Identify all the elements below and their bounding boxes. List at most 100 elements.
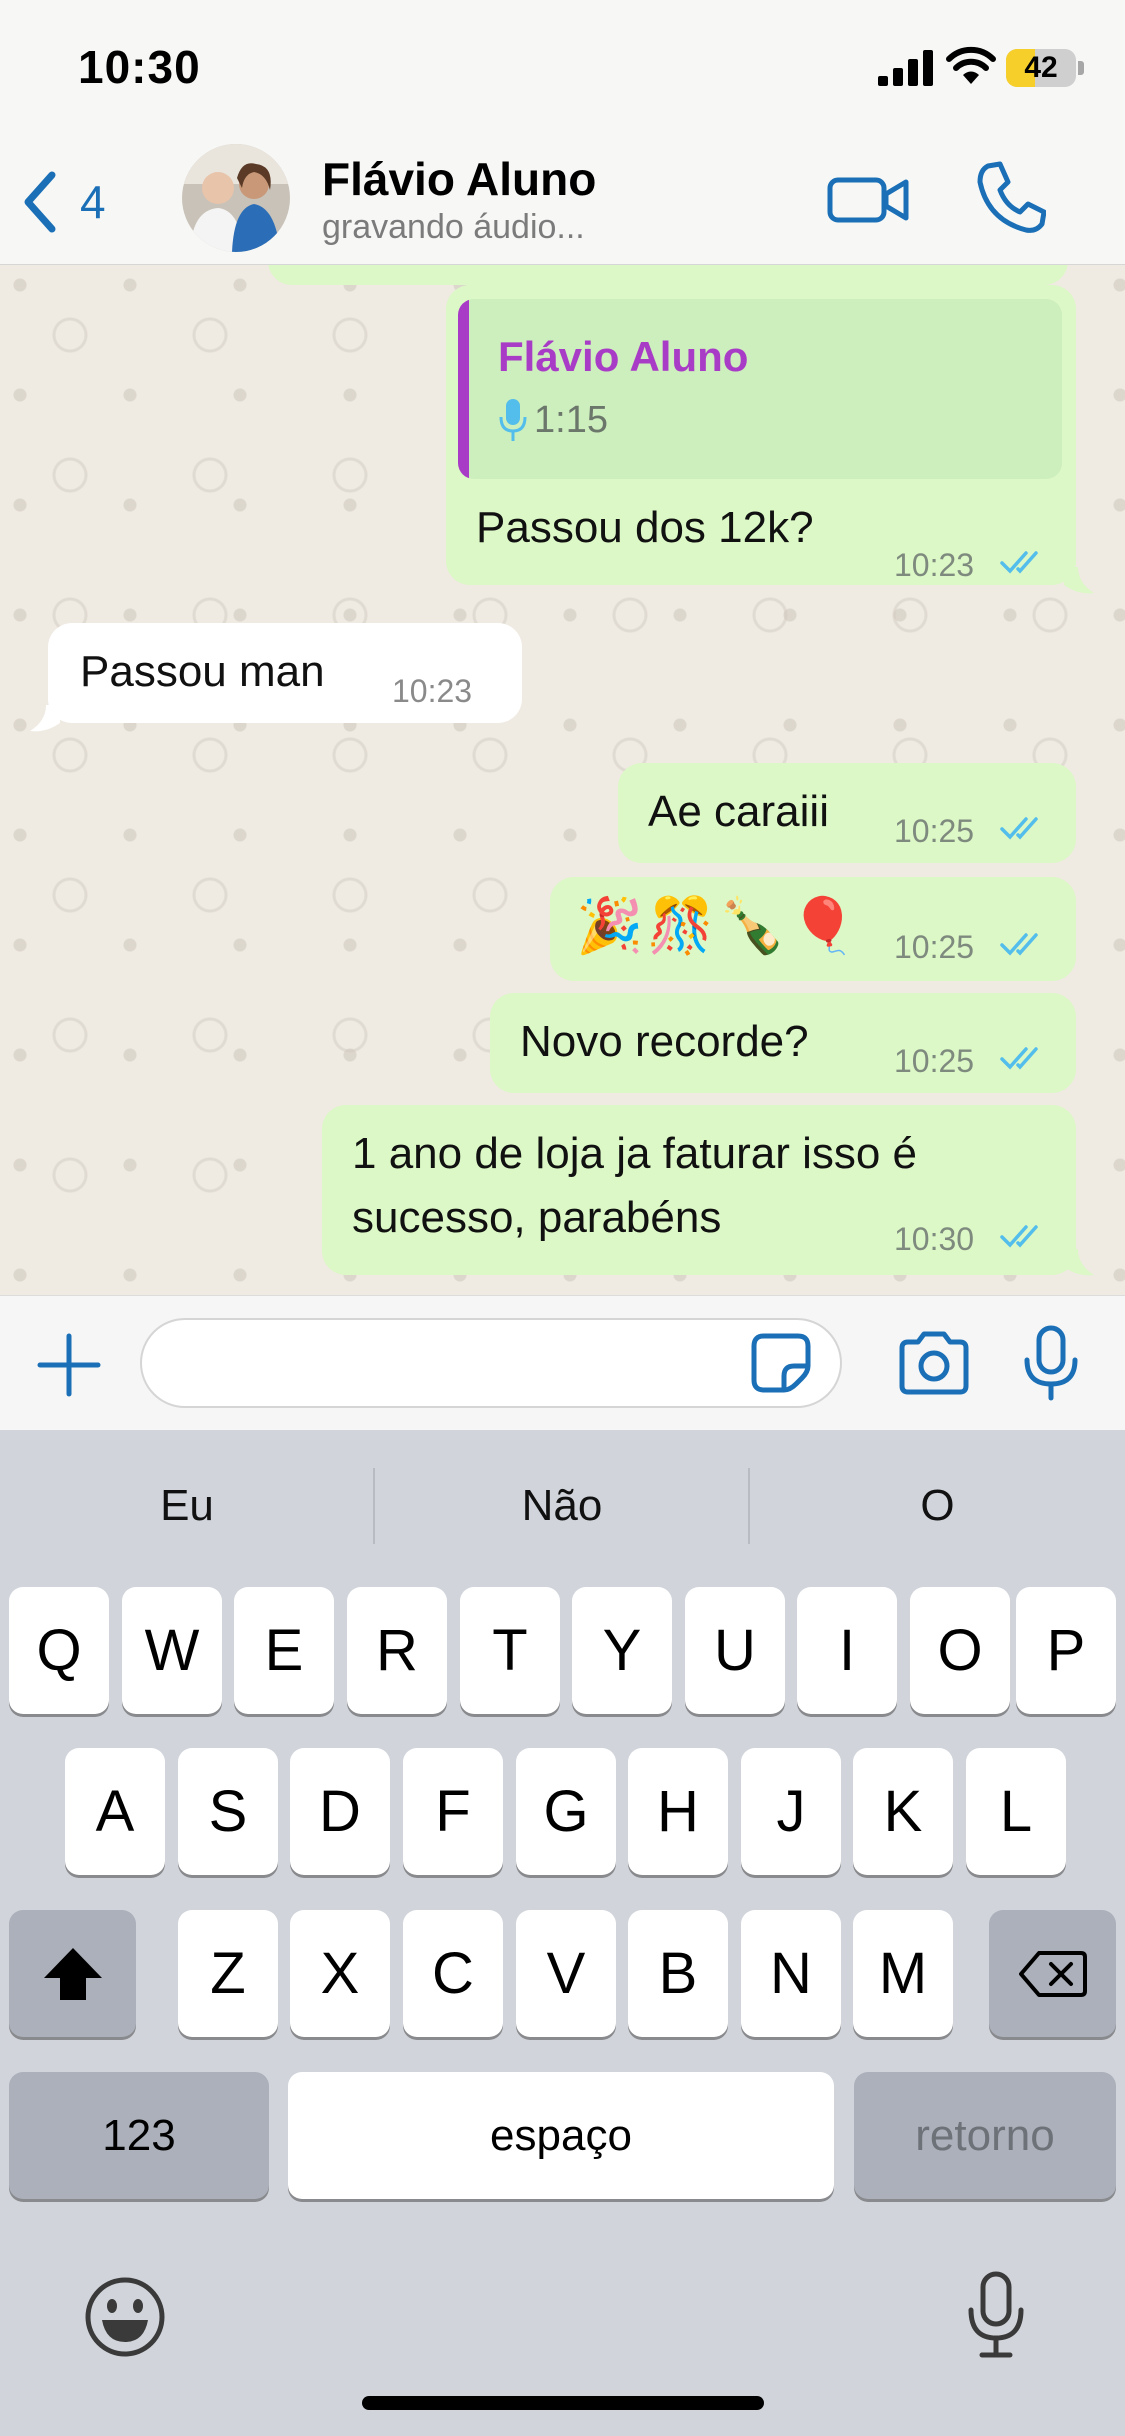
status-time: 10:30 [78, 41, 201, 93]
quoted-sender: Flávio Aluno [498, 333, 749, 380]
backspace-icon [1018, 1950, 1087, 1997]
dictation-button[interactable] [966, 2270, 1026, 2360]
shift-arrow-icon [43, 1947, 102, 2000]
quoted-audio-duration: 1:15 [534, 399, 608, 441]
camera-icon [899, 1331, 969, 1395]
message-text-line-2: sucesso, parabéns [352, 1193, 722, 1242]
key-t[interactable]: T [460, 1587, 560, 1714]
message-bubble-outgoing[interactable]: 🎉🎊🍾🎈 10:25 [550, 877, 1076, 981]
message-text: Passou dos 12k? [476, 503, 814, 552]
key-r[interactable]: R [347, 1587, 447, 1714]
message-emoji: 🎉🎊🍾🎈 [576, 896, 861, 956]
key-f[interactable]: F [403, 1748, 503, 1875]
key-e[interactable]: E [234, 1587, 334, 1714]
message-text-line-1: 1 ano de loja ja faturar isso é [352, 1129, 918, 1178]
attach-button[interactable] [36, 1332, 102, 1398]
emoji-button[interactable] [84, 2276, 166, 2358]
status-bar: 10:30 42 [0, 0, 1125, 140]
cellular-signal-icon [878, 50, 933, 86]
avatar-photo-icon [182, 144, 290, 252]
suggestion-2[interactable]: Não [375, 1466, 749, 1546]
message-time: 10:25 [894, 813, 975, 849]
key-v[interactable]: V [516, 1910, 616, 2037]
quote-bar [458, 299, 469, 479]
message-time: 10:25 [894, 1043, 975, 1079]
key-g[interactable]: G [516, 1748, 616, 1875]
plus-icon [37, 1333, 101, 1397]
return-key[interactable]: retorno [854, 2072, 1116, 2199]
microphone-icon [968, 2271, 1024, 2358]
key-c[interactable]: C [403, 1910, 503, 2037]
key-l[interactable]: L [966, 1748, 1066, 1875]
message-bubble-outgoing[interactable]: Novo recorde? 10:25 [490, 993, 1076, 1093]
unread-count: 4 [80, 176, 106, 228]
microphone-icon [499, 399, 527, 441]
key-i[interactable]: I [797, 1587, 897, 1714]
read-ticks-icon [1000, 817, 1038, 840]
input-bar [0, 1295, 1125, 1430]
key-q[interactable]: Q [9, 1587, 109, 1714]
message-bubble-outgoing[interactable]: Flávio Aluno 1:15 Passou dos 12k? 10:23 [446, 285, 1076, 585]
key-w[interactable]: W [122, 1587, 222, 1714]
shift-key[interactable] [9, 1910, 136, 2037]
read-ticks-icon [1000, 551, 1038, 574]
sticker-button[interactable] [750, 1332, 812, 1394]
video-camera-icon [827, 177, 909, 223]
keyboard: Eu Não O Q W E R T Y U I O P A S D F G H… [0, 1430, 1125, 2436]
key-o[interactable]: O [910, 1587, 1010, 1714]
key-m[interactable]: M [853, 1910, 953, 2037]
key-y[interactable]: Y [572, 1587, 672, 1714]
quoted-reply[interactable]: Flávio Aluno 1:15 [458, 299, 1062, 479]
message-bubble-outgoing[interactable]: 1 ano de loja ja faturar isso é sucesso,… [322, 1105, 1076, 1275]
message-bubble-partial[interactable] [268, 265, 1068, 285]
message-text: Passou man [80, 647, 325, 696]
chat-header: 4 Flávio Aluno gravando áudio... [0, 140, 1125, 265]
key-z[interactable]: Z [178, 1910, 278, 2037]
key-s[interactable]: S [178, 1748, 278, 1875]
key-p[interactable]: P [1016, 1587, 1116, 1714]
message-bubble-outgoing[interactable]: Ae caraiii 10:25 [618, 763, 1076, 863]
suggestion-1[interactable]: Eu [0, 1466, 374, 1546]
key-x[interactable]: X [290, 1910, 390, 2037]
emoji-icon [85, 2277, 165, 2357]
chat-area[interactable]: Flávio Aluno 1:15 Passou dos 12k? 10:23 … [0, 265, 1125, 1295]
key-k[interactable]: K [853, 1748, 953, 1875]
read-ticks-icon [1000, 1047, 1038, 1070]
message-bubble-incoming[interactable]: Passou man 10:23 [48, 623, 522, 723]
key-n[interactable]: N [741, 1910, 841, 2037]
video-call-button[interactable] [826, 168, 910, 232]
contact-avatar[interactable] [182, 144, 290, 252]
suggestion-bar: Eu Não O [0, 1430, 1125, 1580]
back-button[interactable]: 4 [20, 164, 130, 240]
key-d[interactable]: D [290, 1748, 390, 1875]
backspace-key[interactable] [989, 1910, 1116, 2037]
voice-call-button[interactable] [974, 160, 1046, 236]
sticker-icon [751, 1333, 811, 1393]
key-b[interactable]: B [628, 1910, 728, 2037]
camera-button[interactable] [898, 1330, 970, 1396]
key-h[interactable]: H [628, 1748, 728, 1875]
bubble-tail [30, 705, 60, 732]
read-ticks-icon [1000, 1225, 1038, 1248]
suggestion-3[interactable]: O [750, 1466, 1125, 1546]
numbers-key[interactable]: 123 [9, 2072, 269, 2199]
message-text: Ae caraiii [648, 787, 829, 836]
bubble-tail [1064, 1249, 1094, 1276]
key-u[interactable]: U [685, 1587, 785, 1714]
battery-level: 42 [1024, 51, 1058, 84]
chevron-left-icon [24, 171, 56, 233]
message-input[interactable] [140, 1318, 842, 1408]
key-j[interactable]: J [741, 1748, 841, 1875]
contact-name[interactable]: Flávio Aluno [322, 152, 596, 206]
message-time: 10:30 [894, 1221, 975, 1257]
space-key[interactable]: espaço [288, 2072, 834, 2199]
bubble-tail [1064, 567, 1094, 594]
key-a[interactable]: A [65, 1748, 165, 1875]
contact-status: gravando áudio... [322, 208, 585, 246]
phone-icon [977, 161, 1046, 233]
read-ticks-icon [1000, 933, 1038, 956]
home-indicator[interactable] [362, 2396, 764, 2410]
message-time: 10:23 [894, 547, 975, 583]
voice-message-button[interactable] [1022, 1324, 1080, 1402]
battery-icon: 42 [1006, 49, 1084, 87]
